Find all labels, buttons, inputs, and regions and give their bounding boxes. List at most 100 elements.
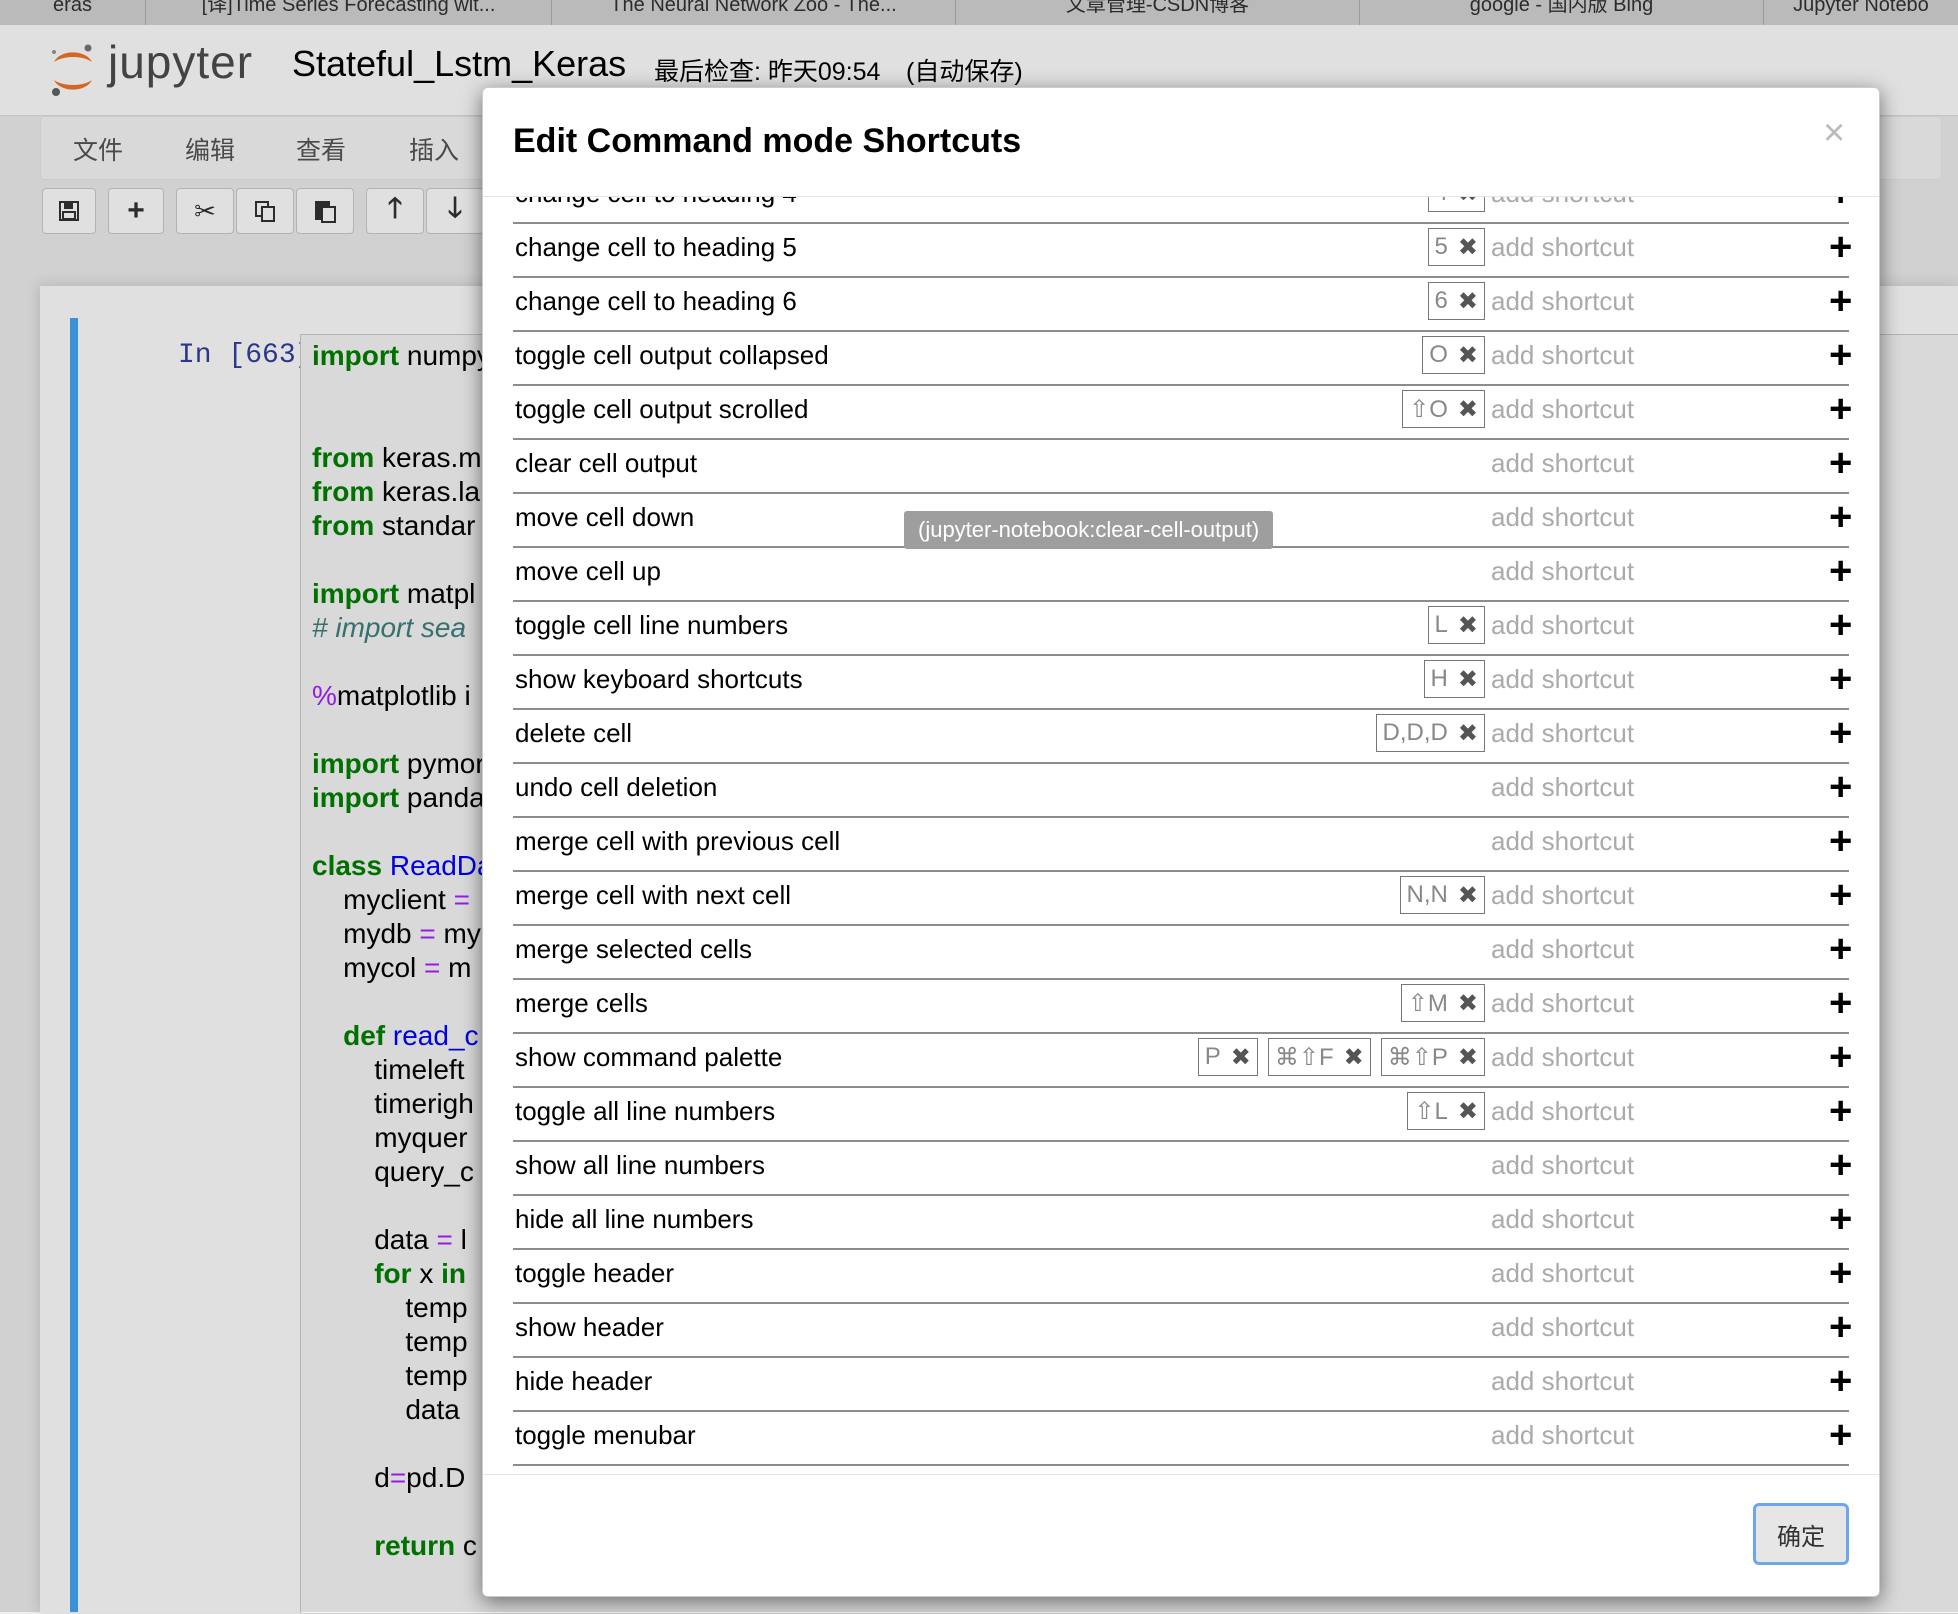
add-shortcut-plus-icon[interactable]: +	[1829, 1088, 1852, 1134]
shortcut-key: ⇧M ✖	[1400, 984, 1485, 1022]
shortcut-key: O ✖	[1422, 336, 1485, 374]
add-shortcut-input[interactable]: add shortcut	[1491, 772, 1634, 803]
add-shortcut-input[interactable]: add shortcut	[1491, 988, 1634, 1019]
add-shortcut-plus-icon[interactable]: +	[1829, 224, 1852, 270]
shortcut-command-name: show keyboard shortcuts	[515, 664, 803, 694]
shortcut-command-name: show command palette	[515, 1042, 783, 1072]
add-shortcut-plus-icon[interactable]: +	[1829, 196, 1852, 216]
add-shortcut-plus-icon[interactable]: +	[1829, 1034, 1852, 1080]
add-shortcut-plus-icon[interactable]: +	[1829, 1196, 1852, 1242]
add-shortcut-input[interactable]: add shortcut	[1491, 1096, 1634, 1127]
add-shortcut-plus-icon[interactable]: +	[1829, 440, 1852, 486]
remove-shortcut-icon[interactable]: ✖	[1344, 1043, 1364, 1072]
remove-shortcut-icon[interactable]: ✖	[1458, 611, 1478, 640]
add-shortcut-input[interactable]: add shortcut	[1491, 502, 1634, 533]
shortcut-row: show keyboard shortcuts H ✖ add shortcut +	[513, 654, 1852, 710]
add-shortcut-input[interactable]: add shortcut	[1491, 1042, 1634, 1073]
dialog-footer: 确定	[483, 1474, 1879, 1596]
add-shortcut-plus-icon[interactable]: +	[1829, 872, 1852, 918]
shortcut-row: toggle menubar add shortcut +	[513, 1410, 1852, 1466]
shortcut-command-name: merge cell with next cell	[515, 880, 791, 910]
close-icon[interactable]: ×	[1823, 112, 1845, 155]
remove-shortcut-icon[interactable]: ✖	[1458, 395, 1478, 424]
add-shortcut-plus-icon[interactable]: +	[1829, 710, 1852, 756]
shortcut-command-name: toggle menubar	[515, 1420, 696, 1450]
shortcut-keys: H ✖	[1423, 660, 1485, 700]
add-shortcut-plus-icon[interactable]: +	[1829, 386, 1852, 432]
shortcut-key-label: ⇧L	[1414, 1097, 1448, 1125]
add-shortcut-plus-icon[interactable]: +	[1829, 926, 1852, 972]
shortcut-row: undo cell deletion add shortcut +	[513, 762, 1852, 818]
remove-shortcut-icon[interactable]: ✖	[1458, 196, 1478, 208]
add-shortcut-plus-icon[interactable]: +	[1829, 1412, 1852, 1458]
add-shortcut-plus-icon[interactable]: +	[1829, 1304, 1852, 1350]
add-shortcut-input[interactable]: add shortcut	[1491, 664, 1634, 695]
remove-shortcut-icon[interactable]: ✖	[1458, 989, 1478, 1018]
add-shortcut-plus-icon[interactable]: +	[1829, 602, 1852, 648]
add-shortcut-plus-icon[interactable]: +	[1829, 764, 1852, 810]
add-shortcut-plus-icon[interactable]: +	[1829, 278, 1852, 324]
add-shortcut-input[interactable]: add shortcut	[1491, 718, 1634, 749]
add-shortcut-input[interactable]: add shortcut	[1491, 196, 1634, 209]
shortcut-row: toggle all line numbers ⇧L ✖ add shortcut +	[513, 1086, 1852, 1142]
shortcut-key-label: D,D,D	[1382, 719, 1448, 746]
shortcut-command-name: change cell to heading 5	[515, 232, 797, 262]
add-shortcut-plus-icon[interactable]: +	[1829, 656, 1852, 702]
add-shortcut-plus-icon[interactable]: +	[1829, 494, 1852, 540]
remove-shortcut-icon[interactable]: ✖	[1458, 233, 1478, 262]
add-shortcut-input[interactable]: add shortcut	[1491, 1204, 1634, 1235]
remove-shortcut-icon[interactable]: ✖	[1458, 1043, 1478, 1072]
add-shortcut-input[interactable]: add shortcut	[1491, 556, 1634, 587]
shortcut-keys: P ✖ ⌘⇧F ✖ ⌘⇧P ✖	[1197, 1038, 1485, 1078]
dialog-title: Edit Command mode Shortcuts	[513, 122, 1022, 160]
remove-shortcut-icon[interactable]: ✖	[1231, 1043, 1251, 1072]
shortcut-command-name: show all line numbers	[515, 1150, 766, 1180]
add-shortcut-input[interactable]: add shortcut	[1491, 934, 1634, 965]
shortcut-command-name: toggle all line numbers	[515, 1096, 776, 1126]
add-shortcut-input[interactable]: add shortcut	[1491, 1420, 1634, 1451]
add-shortcut-input[interactable]: add shortcut	[1491, 826, 1634, 857]
remove-shortcut-icon[interactable]: ✖	[1458, 1097, 1478, 1126]
add-shortcut-input[interactable]: add shortcut	[1491, 1312, 1634, 1343]
add-shortcut-plus-icon[interactable]: +	[1829, 332, 1852, 378]
add-shortcut-input[interactable]: add shortcut	[1491, 880, 1634, 911]
remove-shortcut-icon[interactable]: ✖	[1458, 287, 1478, 316]
add-shortcut-plus-icon[interactable]: +	[1829, 1358, 1852, 1404]
shortcut-row: hide header add shortcut +	[513, 1356, 1852, 1412]
shortcut-key: H ✖	[1423, 660, 1485, 698]
shortcut-row: merge selected cells add shortcut +	[513, 924, 1852, 980]
shortcut-command-name: change cell to heading 4	[515, 196, 797, 209]
remove-shortcut-icon[interactable]: ✖	[1458, 665, 1478, 694]
shortcut-command-name: merge cells	[515, 988, 648, 1018]
add-shortcut-input[interactable]: add shortcut	[1491, 286, 1634, 317]
add-shortcut-input[interactable]: add shortcut	[1491, 448, 1634, 479]
add-shortcut-input[interactable]: add shortcut	[1491, 1366, 1634, 1397]
shortcut-key: 5 ✖	[1427, 228, 1485, 266]
add-shortcut-input[interactable]: add shortcut	[1491, 340, 1634, 371]
add-shortcut-input[interactable]: add shortcut	[1491, 394, 1634, 425]
shortcut-command-name: toggle cell output scrolled	[515, 394, 809, 424]
shortcut-row: show all line numbers add shortcut +	[513, 1140, 1852, 1196]
add-shortcut-plus-icon[interactable]: +	[1829, 818, 1852, 864]
ok-button[interactable]: 确定	[1753, 1503, 1849, 1565]
remove-shortcut-icon[interactable]: ✖	[1458, 341, 1478, 370]
shortcut-keys: L ✖	[1427, 606, 1485, 646]
add-shortcut-plus-icon[interactable]: +	[1829, 1250, 1852, 1296]
add-shortcut-plus-icon[interactable]: +	[1829, 548, 1852, 594]
add-shortcut-input[interactable]: add shortcut	[1491, 232, 1634, 263]
add-shortcut-input[interactable]: add shortcut	[1491, 1150, 1634, 1181]
shortcut-command-name: undo cell deletion	[515, 772, 718, 802]
add-shortcut-input[interactable]: add shortcut	[1491, 610, 1634, 641]
shortcut-key-label: 4	[1435, 196, 1448, 207]
shortcut-row: hide all line numbers add shortcut +	[513, 1194, 1852, 1250]
shortcut-key: 6 ✖	[1427, 282, 1485, 320]
add-shortcut-input[interactable]: add shortcut	[1491, 1258, 1634, 1289]
shortcut-command-name: clear cell output	[515, 448, 698, 478]
add-shortcut-plus-icon[interactable]: +	[1829, 980, 1852, 1026]
remove-shortcut-icon[interactable]: ✖	[1458, 719, 1478, 748]
remove-shortcut-icon[interactable]: ✖	[1458, 881, 1478, 910]
shortcuts-list[interactable]: change cell to heading 44✖add shortcut+c…	[483, 196, 1879, 1564]
add-shortcut-plus-icon[interactable]: +	[1829, 1142, 1852, 1188]
shortcut-row: show header add shortcut +	[513, 1302, 1852, 1358]
shortcut-row: change cell to heading 4 4 ✖ add shortcut +	[513, 196, 1852, 224]
